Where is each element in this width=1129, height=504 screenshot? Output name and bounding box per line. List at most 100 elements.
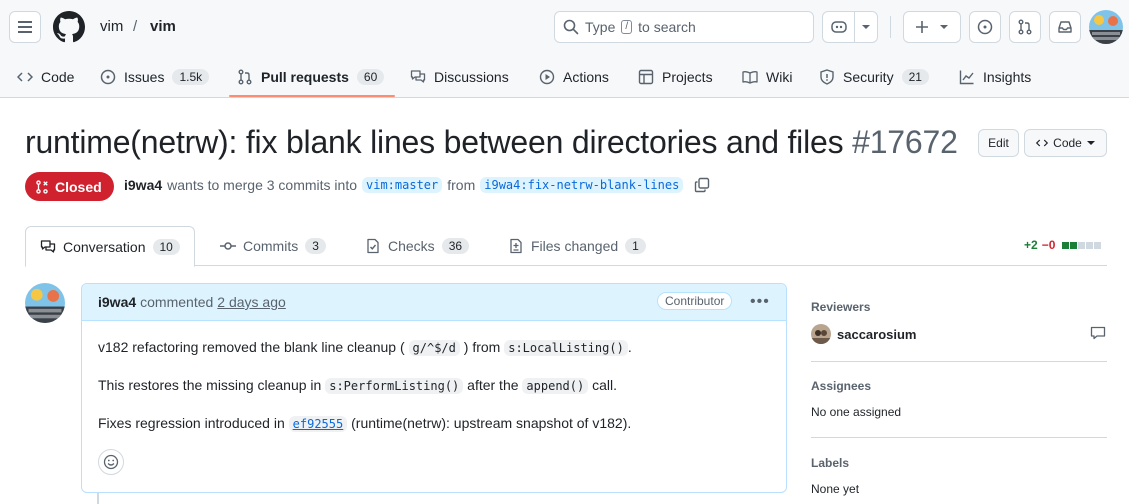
pr-number: #17672 [852,124,958,160]
nav-label: Wiki [766,69,793,85]
merge-info: i9wa4 wants to merge 3 commits into vim:… [124,177,710,193]
code-icon [1036,139,1049,147]
code-dropdown-button[interactable]: Code [1024,129,1107,157]
head-branch[interactable]: i9wa4:fix-netrw-blank-lines [480,177,684,193]
base-branch[interactable]: vim:master [362,177,443,193]
assignees-heading[interactable]: Assignees [811,379,871,393]
play-icon [539,69,555,85]
comment-discussion-icon [40,239,56,253]
reviewers-heading[interactable]: Reviewers [811,300,870,314]
comment-body: v182 refactoring removed the blank line … [82,321,786,467]
nav-actions[interactable]: Actions [539,56,609,98]
issue-icon [977,19,993,35]
status-badge: Closed [25,172,114,201]
tab-files-changed[interactable]: Files changed 1 [494,226,660,266]
nav-wiki[interactable]: Wiki [742,56,792,98]
kebab-menu-icon[interactable]: ••• [750,293,770,311]
comment-timestamp[interactable]: 2 days ago [217,294,286,310]
menu-button[interactable] [9,11,41,43]
breadcrumb-separator: / [133,18,138,35]
comment-card: i9wa4 commented 2 days ago Contributor •… [81,283,787,493]
hamburger-icon [18,26,32,28]
nav-issues[interactable]: Issues 1.5k [100,56,210,98]
nav-code[interactable]: Code [17,56,74,98]
edit-button[interactable]: Edit [978,129,1019,157]
chevron-down-icon [940,25,948,29]
avatar-image-icon [1089,10,1123,44]
contributor-badge: Contributor [657,292,733,310]
reviewer-avatar [811,324,831,344]
app-header: vim / vim Type / to search Code Issues 1… [0,0,1129,98]
comment-action: commented [140,294,214,310]
tab-label: Checks [388,238,435,254]
pr-author-link[interactable]: i9wa4 [124,177,162,193]
tab-count: 1 [625,238,646,254]
nav-discussions[interactable]: Discussions [410,56,509,98]
inline-code: append() [522,378,589,394]
text: Fixes regression introduced in [98,415,285,431]
smiley-icon [103,454,119,470]
table-icon [638,69,654,85]
nav-projects[interactable]: Projects [638,56,713,98]
tab-label: Commits [243,238,299,254]
book-icon [742,71,758,84]
reviewer-name: saccarosium [837,326,917,342]
inbox-icon [1058,21,1072,33]
repo-nav: Code Issues 1.5k Pull requests 60 Discus… [0,56,1129,98]
nav-label: Security [843,69,894,85]
create-new-button[interactable] [903,11,961,43]
diff-deletions: −0 [1041,238,1056,252]
breadcrumb-owner[interactable]: vim [100,18,123,35]
copy-icon[interactable] [694,177,710,193]
chevron-down-icon [1086,141,1095,145]
search-shortcut-key: / [621,20,633,34]
search-prefix: Type [585,19,616,35]
reviewer-item[interactable]: saccarosium [811,324,917,344]
nav-label: Issues [124,69,165,85]
tab-commits[interactable]: Commits 3 [206,226,340,266]
add-reaction-button[interactable] [98,449,124,475]
pr-tabs: Conversation 10 Commits 3 Checks 36 File… [25,226,1107,267]
copilot-button[interactable] [822,11,878,43]
tab-count: 3 [305,238,326,254]
nav-label: Code [41,69,75,85]
comment-icon [1090,326,1106,340]
inbox-button[interactable] [1049,11,1081,43]
merge-text: wants to merge 3 commits into [167,177,357,193]
nav-count: 60 [356,69,385,85]
page-title: runtime(netrw): fix blank lines between … [25,124,958,161]
labels-heading[interactable]: Labels [811,456,849,470]
issues-button[interactable] [969,11,1001,43]
text: This restores the missing cleanup in [98,377,322,393]
user-avatar[interactable] [1089,10,1123,44]
nav-count: 21 [901,69,929,85]
tab-checks[interactable]: Checks 36 [351,226,483,266]
nav-security[interactable]: Security 21 [819,56,929,98]
commit-link[interactable]: ef92555 [288,416,348,432]
commit-icon [220,242,236,250]
assignees-value: No one assigned [811,405,902,419]
sidebar-divider [811,437,1107,438]
github-logo-icon[interactable] [53,11,85,43]
pull-request-icon [238,69,252,85]
comment-author[interactable]: i9wa4 [98,294,136,310]
search-input[interactable]: Type / to search [554,11,814,43]
pull-requests-button[interactable] [1009,11,1041,43]
tab-count: 10 [152,238,180,255]
diffstat-bar [1061,241,1102,249]
comment-author-avatar[interactable] [25,283,65,323]
nav-pull-requests[interactable]: Pull requests 60 [237,56,385,98]
nav-insights[interactable]: Insights [959,56,1031,98]
breadcrumb-repo[interactable]: vim [150,18,176,35]
inline-code: s:PerformListing() [325,378,464,394]
nav-label: Insights [983,69,1032,85]
pr-title-text: runtime(netrw): fix blank lines between … [25,124,844,160]
shield-icon [820,69,834,85]
sidebar-divider [811,361,1107,362]
comment-paragraph: Fixes regression introduced in ef92555 (… [98,413,770,434]
inline-code: s:LocalListing() [504,340,628,356]
nav-label: Actions [563,69,609,85]
tab-conversation[interactable]: Conversation 10 [25,226,195,267]
comment-paragraph: v182 refactoring removed the blank line … [98,337,770,358]
code-button-label: Code [1053,136,1082,150]
